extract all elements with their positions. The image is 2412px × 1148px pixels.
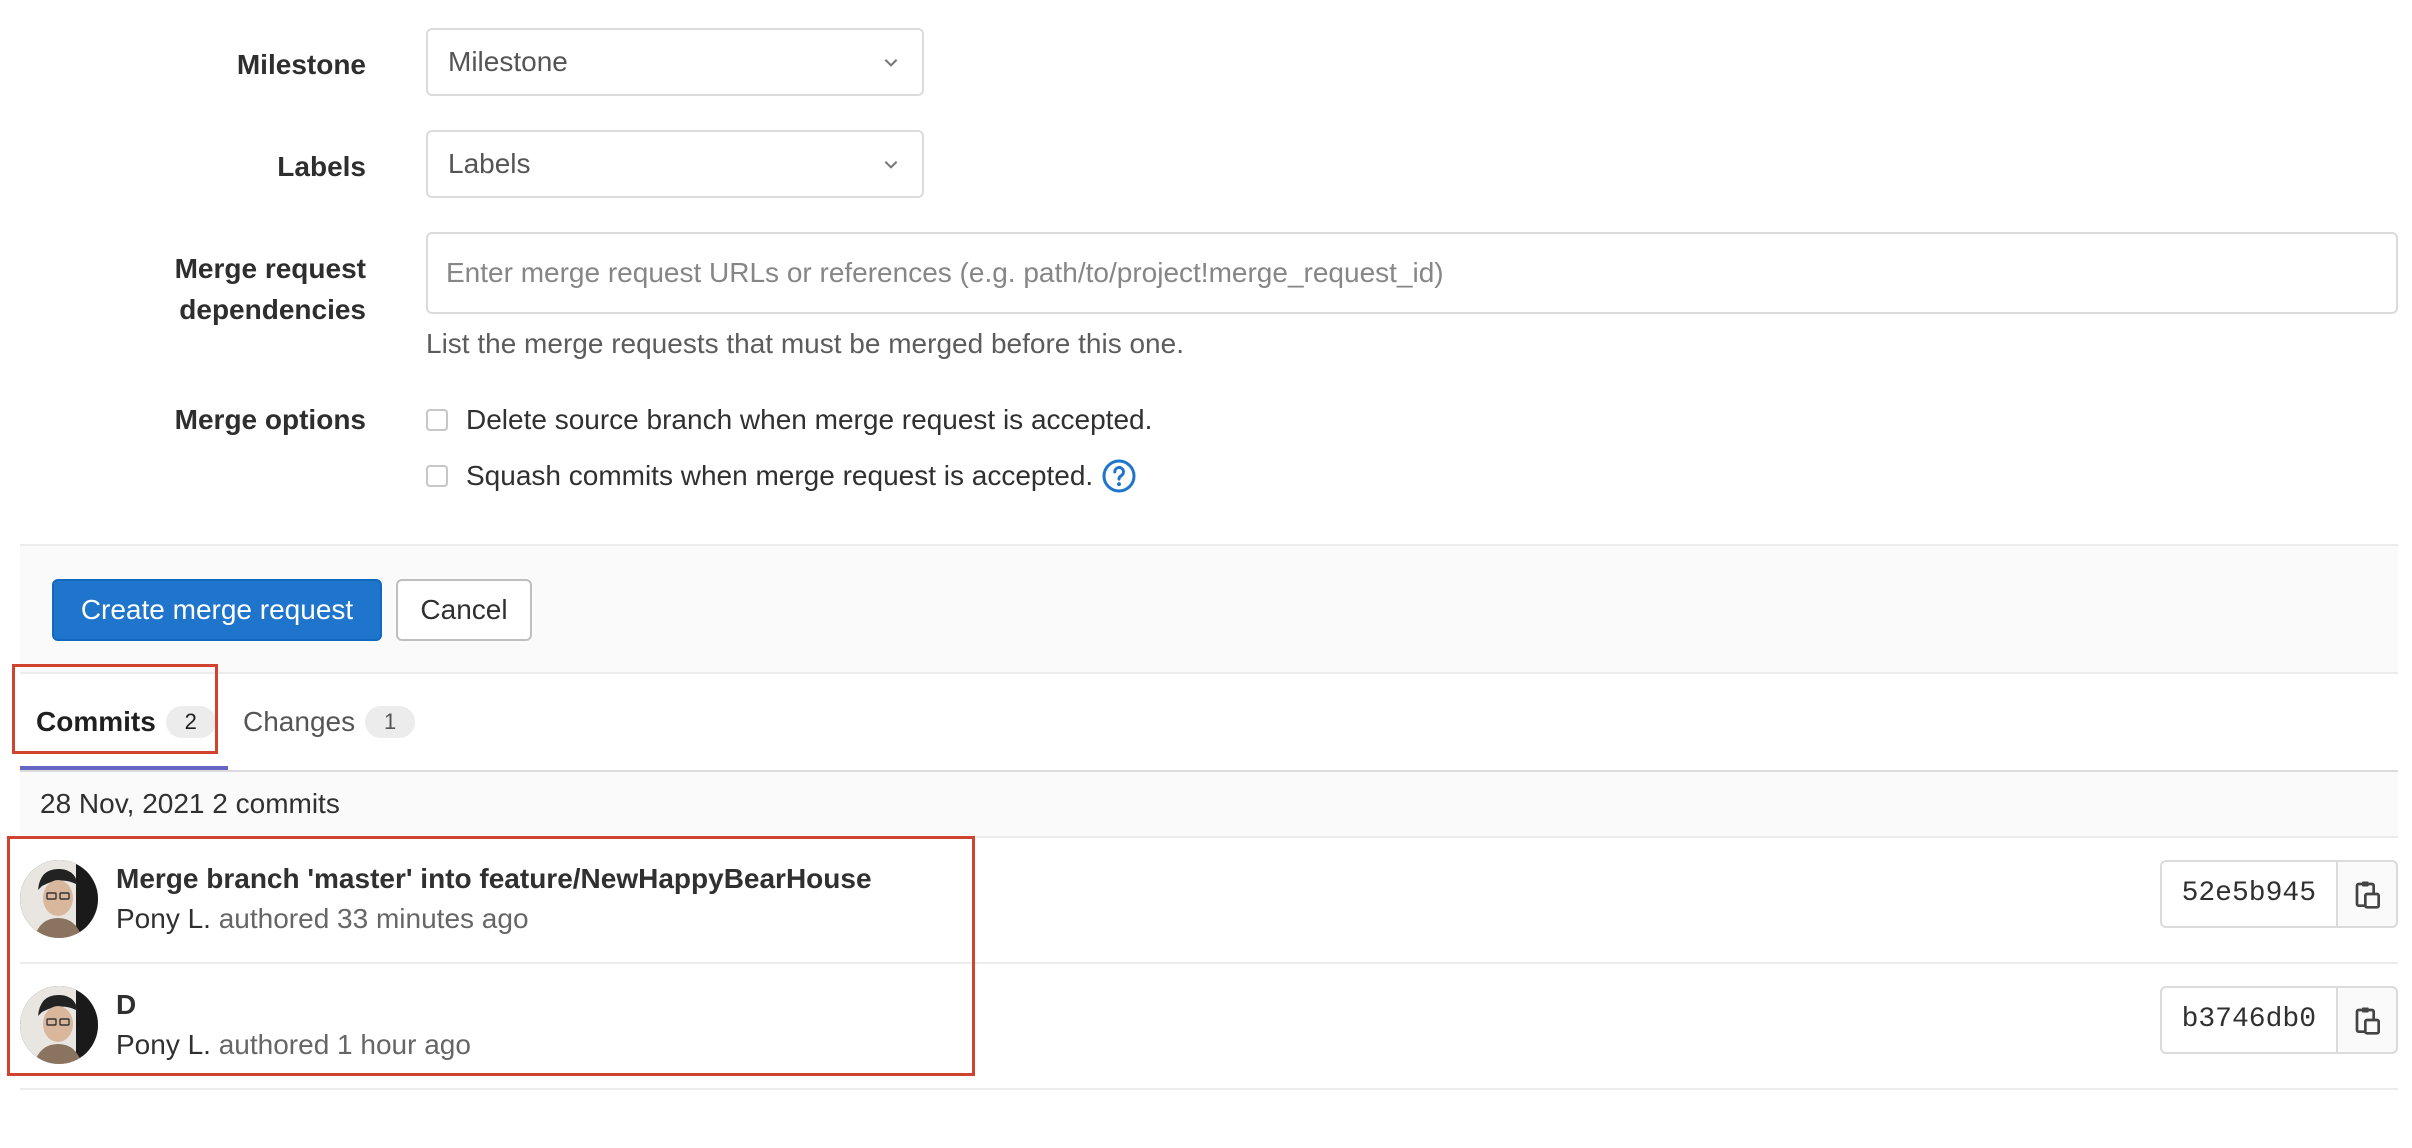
tab-commits-count: 2 (165, 706, 216, 738)
milestone-dropdown-value: Milestone (448, 46, 568, 77)
commit-sha-group: b3746db0 (2159, 986, 2398, 1054)
squash-option: Squash commits when merge request is acc… (426, 456, 1137, 496)
commit-row: Merge branch 'master' into feature/NewHa… (20, 838, 2398, 964)
chevron-down-icon (884, 161, 898, 169)
clipboard-icon (2355, 1007, 2380, 1035)
squash-checkbox[interactable] (426, 465, 448, 487)
dependencies-help-text: List the merge requests that must be mer… (426, 328, 1184, 359)
form-actions-bar: Create merge request Cancel (20, 544, 2398, 674)
commits-date-header: 28 Nov, 2021 2 commits (20, 772, 2398, 838)
dependencies-input[interactable] (426, 232, 2398, 314)
active-tab-indicator (20, 766, 228, 770)
clipboard-icon (2355, 881, 2380, 909)
question-circle-icon[interactable] (1101, 458, 1137, 494)
labels-dropdown-value: Labels (448, 148, 531, 179)
merge-request-form-page: Milestone Milestone Labels Labels Merge … (0, 0, 2412, 1148)
delete-source-checkbox[interactable] (426, 409, 448, 431)
milestone-dropdown[interactable]: Milestone (426, 28, 924, 96)
avatar[interactable] (20, 860, 98, 938)
tab-changes-count: 1 (365, 706, 416, 738)
commit-time: authored 1 hour ago (218, 1029, 471, 1060)
delete-source-option: Delete source branch when merge request … (426, 400, 1152, 440)
commit-title[interactable]: Merge branch 'master' into feature/NewHa… (116, 860, 872, 898)
user-avatar-icon (20, 986, 98, 1064)
delete-source-label[interactable]: Delete source branch when merge request … (466, 404, 1152, 436)
squash-label[interactable]: Squash commits when merge request is acc… (466, 460, 1093, 492)
avatar[interactable] (20, 986, 98, 1064)
milestone-label: Milestone (236, 49, 366, 80)
dependencies-label-line2: dependencies (179, 294, 366, 325)
cancel-button[interactable]: Cancel (396, 579, 532, 641)
labels-dropdown[interactable]: Labels (426, 130, 924, 198)
user-avatar-icon (20, 860, 98, 938)
commit-author[interactable]: Pony L. (116, 1029, 211, 1060)
create-merge-request-button[interactable]: Create merge request (52, 579, 382, 641)
tab-changes[interactable]: Changes 1 (243, 674, 416, 770)
commit-sha[interactable]: 52e5b945 (2159, 860, 2336, 928)
commit-meta: Pony L. authored 33 minutes ago (116, 900, 529, 938)
tab-commits[interactable]: Commits 2 (36, 674, 216, 770)
merge-options-label: Merge options (174, 404, 366, 435)
commit-sha-group: 52e5b945 (2159, 860, 2398, 928)
tab-commits-label: Commits (36, 706, 156, 737)
commit-title[interactable]: D (116, 986, 136, 1024)
commit-sha[interactable]: b3746db0 (2159, 986, 2336, 1054)
tab-changes-label: Changes (243, 706, 356, 737)
labels-label: Labels (277, 151, 366, 182)
chevron-down-icon (884, 59, 898, 67)
copy-sha-button[interactable] (2336, 860, 2398, 928)
commit-meta: Pony L. authored 1 hour ago (116, 1026, 471, 1064)
commit-time: authored 33 minutes ago (218, 903, 529, 934)
dependencies-label-line1: Merge request (174, 253, 366, 284)
commit-author[interactable]: Pony L. (116, 903, 211, 934)
copy-sha-button[interactable] (2336, 986, 2398, 1054)
mr-tabs: Commits 2 Changes 1 (20, 674, 2398, 772)
commit-row: D Pony L. authored 1 hour ago b3746db0 (20, 964, 2398, 1090)
